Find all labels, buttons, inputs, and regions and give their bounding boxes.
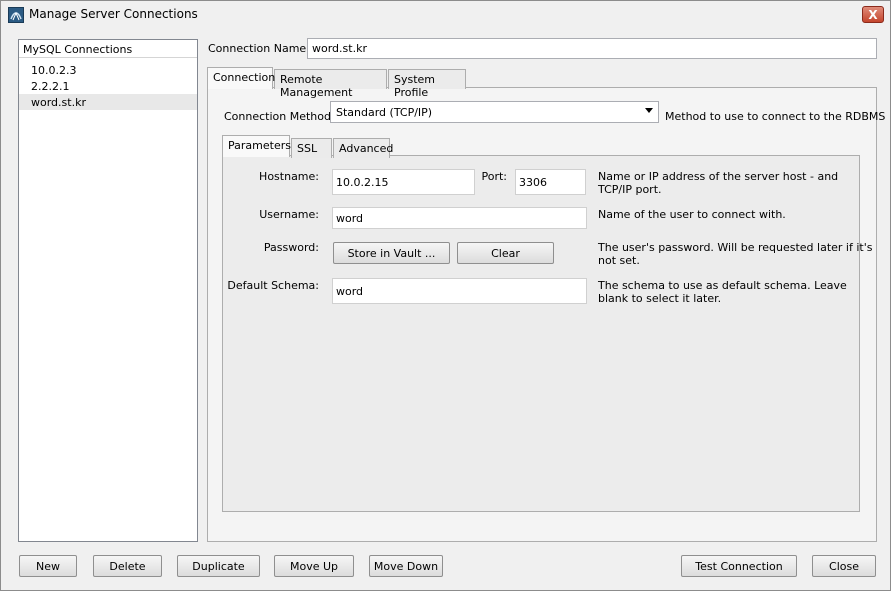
mysql-workbench-icon xyxy=(8,7,24,23)
duplicate-button[interactable]: Duplicate xyxy=(177,555,260,577)
close-button[interactable]: Close xyxy=(812,555,876,577)
username-label: Username: xyxy=(259,208,319,221)
test-connection-button[interactable]: Test Connection xyxy=(681,555,797,577)
store-in-vault-button[interactable]: Store in Vault ... xyxy=(333,242,450,264)
tab-system-profile[interactable]: System Profile xyxy=(388,69,466,99)
username-hint: Name of the user to connect with. xyxy=(598,208,786,221)
move-up-button[interactable]: Move Up xyxy=(274,555,354,577)
clear-password-button[interactable]: Clear xyxy=(457,242,554,264)
window-title: Manage Server Connections xyxy=(29,7,198,21)
default-schema-hint: The schema to use as default schema. Lea… xyxy=(598,279,847,305)
chevron-down-icon xyxy=(645,108,653,113)
default-schema-input[interactable]: word xyxy=(332,278,587,304)
connections-list: MySQL Connections 10.0.2.3 2.2.2.1 word.… xyxy=(18,39,198,542)
connection-name-input[interactable]: word.st.kr xyxy=(307,38,877,59)
tab-connection[interactable]: Connection xyxy=(207,67,275,89)
new-button[interactable]: New xyxy=(19,555,77,577)
close-icon: X xyxy=(868,7,878,22)
connection-method-label: Connection Method: xyxy=(224,110,335,123)
connection-item[interactable]: 10.0.2.3 xyxy=(19,62,197,78)
password-hint: The user's password. Will be requested l… xyxy=(598,241,872,267)
connection-method-select[interactable]: Standard (TCP/IP) xyxy=(330,101,659,123)
subtab-advanced[interactable]: Advanced xyxy=(333,138,393,158)
hostname-hint-line: Name or IP address of the server host - … xyxy=(598,170,839,183)
connection-method-value: Standard (TCP/IP) xyxy=(336,106,433,119)
port-input[interactable]: 3306 xyxy=(515,169,586,195)
password-hint-line: not set. xyxy=(598,254,640,267)
default-schema-label: Default Schema: xyxy=(227,279,319,292)
hostname-hint: Name or IP address of the server host - … xyxy=(598,170,838,196)
password-label: Password: xyxy=(263,241,319,254)
window-close-button[interactable]: X xyxy=(862,6,884,23)
title-bar: Manage Server Connections X xyxy=(1,1,890,28)
hostname-input[interactable]: 10.0.2.15 xyxy=(332,169,475,195)
move-down-button[interactable]: Move Down xyxy=(369,555,443,577)
schema-hint-line: blank to select it later. xyxy=(598,292,722,305)
delete-button[interactable]: Delete xyxy=(93,555,162,577)
tab-remote-management[interactable]: Remote Management xyxy=(274,69,387,99)
connection-item-selected[interactable]: word.st.kr xyxy=(19,94,197,110)
hostname-hint-line: TCP/IP port. xyxy=(598,183,662,196)
port-label: Port: xyxy=(481,170,507,183)
subtab-parameters[interactable]: Parameters xyxy=(222,135,291,157)
connection-item[interactable]: 2.2.2.1 xyxy=(19,78,197,94)
password-hint-line: The user's password. Will be requested l… xyxy=(598,241,873,254)
connection-method-hint: Method to use to connect to the RDBMS xyxy=(665,110,886,123)
connection-name-label: Connection Name: xyxy=(208,42,310,55)
hostname-label: Hostname: xyxy=(259,170,319,183)
schema-hint-line: The schema to use as default schema. Lea… xyxy=(598,279,847,292)
connections-list-header: MySQL Connections xyxy=(19,40,197,58)
subtab-ssl[interactable]: SSL xyxy=(291,138,332,158)
manage-connections-window: Manage Server Connections X MySQL Connec… xyxy=(0,0,891,591)
username-input[interactable]: word xyxy=(332,207,587,229)
